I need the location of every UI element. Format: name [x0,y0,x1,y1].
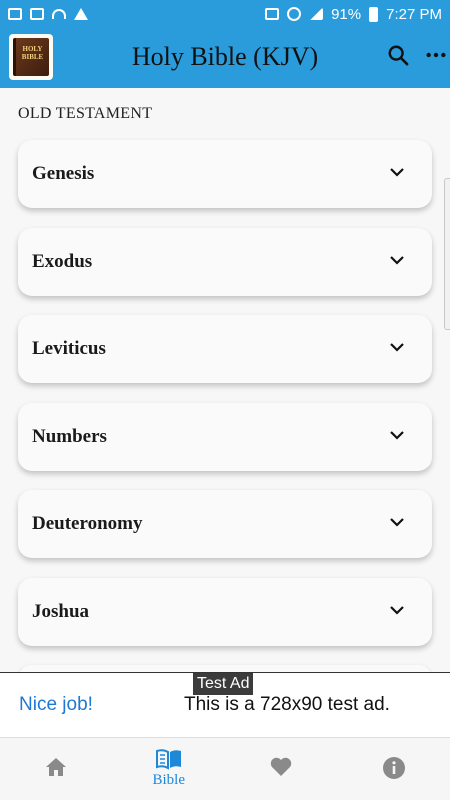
book-icon [155,749,181,770]
book-card-genesis[interactable]: Genesis [18,140,432,208]
heart-icon [271,757,292,776]
nav-favorites[interactable] [225,738,338,800]
warning-icon [74,8,88,20]
battery-icon [369,6,379,22]
section-title: OLD TESTAMENT [18,105,153,122]
ad-banner[interactable]: Test Ad Nice job! This is a 728x90 test … [0,672,450,738]
vibrate-icon [265,8,280,20]
ad-tag: Test Ad [193,673,254,695]
book-card-numbers[interactable]: Numbers [18,402,432,471]
ad-body[interactable]: This is a 728x90 test ad. [184,694,390,716]
sync-icon [30,8,44,20]
chevron-down-icon[interactable] [390,167,404,177]
book-name: Numbers [32,425,107,447]
book-name: Joshua [32,600,90,622]
chevron-down-icon[interactable] [390,605,404,615]
home-icon [46,758,67,776]
book-list-container[interactable]: OLD TESTAMENT Genesis Exodus Leviticus N… [0,88,450,672]
status-left-icons [8,8,88,20]
chevron-down-icon[interactable] [390,430,404,440]
book-card-leviticus[interactable]: Leviticus [18,315,432,383]
chevron-down-icon[interactable] [390,342,404,352]
wifi-icon [52,9,66,19]
nav-bible-label: Bible [152,772,186,788]
signal-icon [309,8,324,20]
bottom-navigation: Bible [0,738,450,800]
book-card-joshua[interactable]: Joshua [18,577,432,646]
status-right-icons: 91% 7:27 PM [265,6,442,23]
book-list: Genesis Exodus Leviticus Numbers Deutero… [18,140,432,672]
book-card-exodus[interactable]: Exodus [18,227,432,296]
status-bar: 91% 7:27 PM [0,0,450,28]
book-name: Leviticus [32,338,106,359]
book-name: Genesis [32,163,95,184]
nav-bible[interactable]: Bible [113,738,226,800]
app-bar: HOLY BIBLE Holy Bible (KJV) [0,28,450,88]
page-title: Holy Bible (KJV) [131,42,319,71]
status-time: 7:27 PM [386,5,442,23]
chevron-down-icon[interactable] [390,255,404,265]
search-icon[interactable] [387,44,409,66]
info-icon [382,757,405,779]
battery-percent: 91% [331,5,362,23]
chevron-down-icon[interactable] [390,517,404,527]
nav-home[interactable] [0,738,113,800]
book-name: Exodus [32,250,93,272]
ad-headline[interactable]: Nice job! [19,694,93,716]
alarm-icon [287,7,302,21]
message-icon [8,8,22,20]
book-name: Deuteronomy [32,513,143,534]
nav-info[interactable] [338,738,450,800]
more-vertical-icon[interactable] [424,44,448,66]
book-card-partial[interactable] [18,665,432,672]
book-card-deuteronomy[interactable]: Deuteronomy [18,490,432,558]
scrollbar-thumb[interactable] [444,178,450,330]
